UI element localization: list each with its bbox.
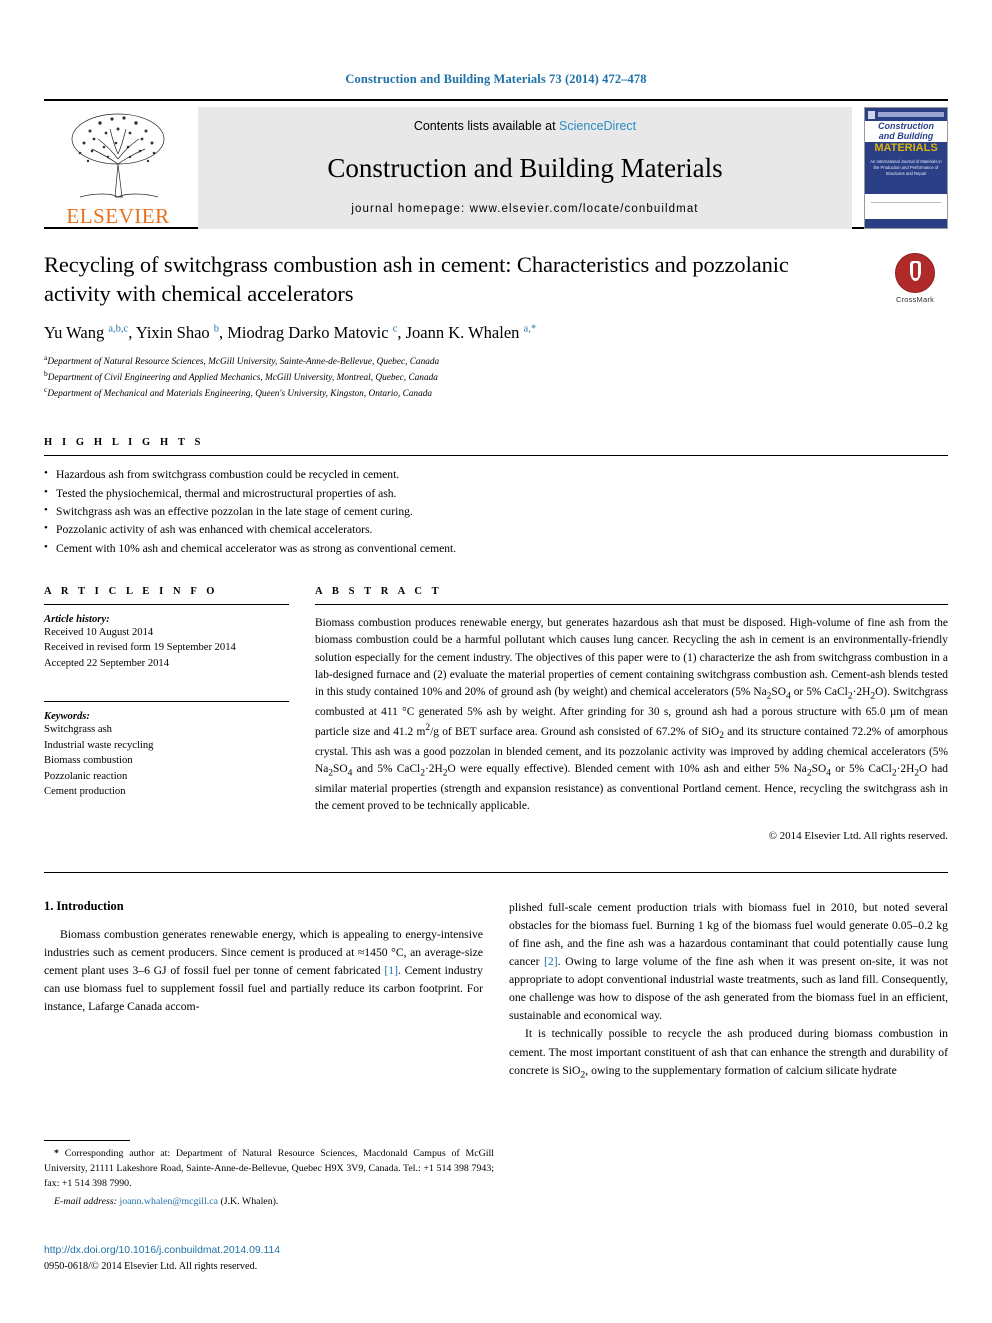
keywords-title: Keywords: — [44, 711, 90, 723]
abstract-column: A B S T R A C T Biomass combustion produ… — [315, 586, 948, 842]
affiliation-list: aDepartment of Natural Resource Sciences… — [44, 353, 948, 402]
cover-line1: Construction — [878, 121, 934, 131]
page-title: Recycling of switchgrass combustion ash … — [44, 252, 789, 306]
email-link[interactable]: joann.whalen@mcgill.ca — [119, 1196, 218, 1207]
keyword-item: Pozzolanic reaction — [44, 770, 128, 782]
author-list: Yu Wang a,b,c, Yixin Shao b, Miodrag Dar… — [44, 323, 537, 343]
keyword-item: Industrial waste recycling — [44, 739, 154, 751]
paper-page: Construction and Building Materials 73 (… — [0, 0, 992, 1323]
keyword-item: Switchgrass ash — [44, 724, 112, 736]
abstract-bottom-rule — [44, 871, 948, 873]
highlight-item: Pozzolanic activity of ash was enhanced … — [44, 520, 948, 539]
contents-prefix: Contents lists available at — [413, 119, 560, 133]
article-history-line: Received in revised form 19 September 20… — [44, 642, 236, 654]
corresponding-author-note: * Corresponding author at: Department of… — [44, 1148, 494, 1189]
highlight-item: Cement with 10% ash and chemical acceler… — [44, 539, 948, 558]
highlights-section: H I G H L I G H T S Hazardous ash from s… — [44, 437, 948, 558]
highlights-label: H I G H L I G H T S — [44, 437, 204, 449]
journal-title: Construction and Building Materials — [327, 152, 723, 183]
article-info-label: A R T I C L E I N F O — [44, 585, 219, 597]
article-info-column: A R T I C L E I N F O Article history: R… — [44, 586, 289, 842]
cover-footer-bar — [865, 219, 947, 228]
article-history-line: Accepted 22 September 2014 — [44, 657, 170, 669]
highlight-item: Hazardous ash from switchgrass combustio… — [44, 465, 948, 484]
journal-cover-thumbnail: Construction and Building MATERIALS An I… — [864, 107, 948, 229]
article-info-rule — [44, 603, 289, 605]
section-heading-introduction: 1. Introduction — [44, 898, 124, 913]
title-block: CrossMark Recycling of switchgrass combu… — [44, 251, 948, 401]
elsevier-wordmark: ELSEVIER — [66, 204, 170, 228]
intro-paragraph-right-2: It is technically possible to recycle th… — [509, 1027, 948, 1080]
body-columns: 1. Introduction Biomass combustion gener… — [44, 899, 948, 1083]
highlight-item: Switchgrass ash was an effective pozzola… — [44, 502, 948, 521]
info-abstract-row: A R T I C L E I N F O Article history: R… — [44, 586, 948, 842]
highlight-item: Tested the physiochemical, thermal and m… — [44, 484, 948, 503]
email-label: E-mail address: — [54, 1195, 117, 1207]
affiliation: bDepartment of Civil Engineering and App… — [44, 368, 438, 383]
abstract-rule — [315, 603, 948, 605]
keyword-item: Cement production — [44, 786, 126, 798]
elsevier-logo: ELSEVIER — [44, 107, 192, 229]
article-history-lines: Received 10 August 2014 Received in revis… — [44, 625, 289, 671]
abstract-label: A B S T R A C T — [315, 585, 443, 597]
crossmark-icon — [895, 253, 935, 293]
email-owner: (J.K. Whalen). — [220, 1195, 279, 1207]
cover-line3: MATERIALS — [865, 141, 947, 155]
cover-line2: and Building — [878, 131, 934, 142]
footnote-rule — [44, 1140, 130, 1141]
doi-link[interactable]: http://dx.doi.org/10.1016/j.conbuildmat.… — [44, 1245, 280, 1256]
abstract-text: Biomass combustion produces renewable en… — [315, 616, 948, 813]
highlights-rule — [44, 455, 948, 457]
masthead-center-band: Contents lists available at ScienceDirec… — [198, 107, 852, 229]
intro-paragraph-right-1: plished full-scale cement production tri… — [509, 900, 948, 1023]
issn-copyright-line: 0950-0618/© 2014 Elsevier Ltd. All right… — [44, 1261, 258, 1272]
highlights-list: Hazardous ash from switchgrass combustio… — [44, 465, 948, 558]
keywords-lines: Switchgrass ash Industrial waste recyclin… — [44, 722, 289, 799]
intro-paragraph-left: Biomass combustion generates renewable e… — [44, 927, 483, 1014]
article-history-title: Article history: — [44, 613, 110, 625]
affiliation: cDepartment of Mechanical and Materials … — [44, 385, 433, 400]
keywords-rule — [44, 701, 289, 703]
body-column-left: 1. Introduction Biomass combustion gener… — [44, 899, 483, 1083]
crossmark-badge-group[interactable]: CrossMark — [882, 253, 948, 304]
abstract-copyright: © 2014 Elsevier Ltd. All rights reserved… — [768, 829, 948, 842]
running-head: Construction and Building Materials 73 (… — [345, 72, 647, 86]
affiliation: aDepartment of Natural Resource Sciences… — [44, 352, 440, 367]
cover-header-bar — [865, 108, 947, 121]
footnote-area: * Corresponding author at: Department of… — [44, 1140, 494, 1209]
elsevier-tree-icon — [71, 113, 165, 198]
journal-masthead: ELSEVIER Contents lists available at Sci… — [44, 99, 948, 229]
article-history-line: Received 10 August 2014 — [44, 626, 154, 638]
journal-homepage[interactable]: journal homepage: www.elsevier.com/locat… — [351, 203, 698, 215]
keyword-item: Biomass combustion — [44, 755, 133, 767]
contents-available-line: Contents lists available at ScienceDirec… — [414, 119, 636, 133]
crossmark-label: CrossMark — [895, 295, 935, 304]
cover-white-band — [865, 193, 947, 219]
body-column-right: plished full-scale cement production tri… — [509, 899, 948, 1083]
cover-body: An International Journal of Materials in… — [865, 154, 947, 193]
cover-caption: An International Journal of Materials in… — [870, 158, 942, 177]
email-note: E-mail address: joann.whalen@mcgill.ca (… — [44, 1195, 494, 1210]
sciencedirect-link[interactable]: ScienceDirect — [559, 119, 636, 133]
